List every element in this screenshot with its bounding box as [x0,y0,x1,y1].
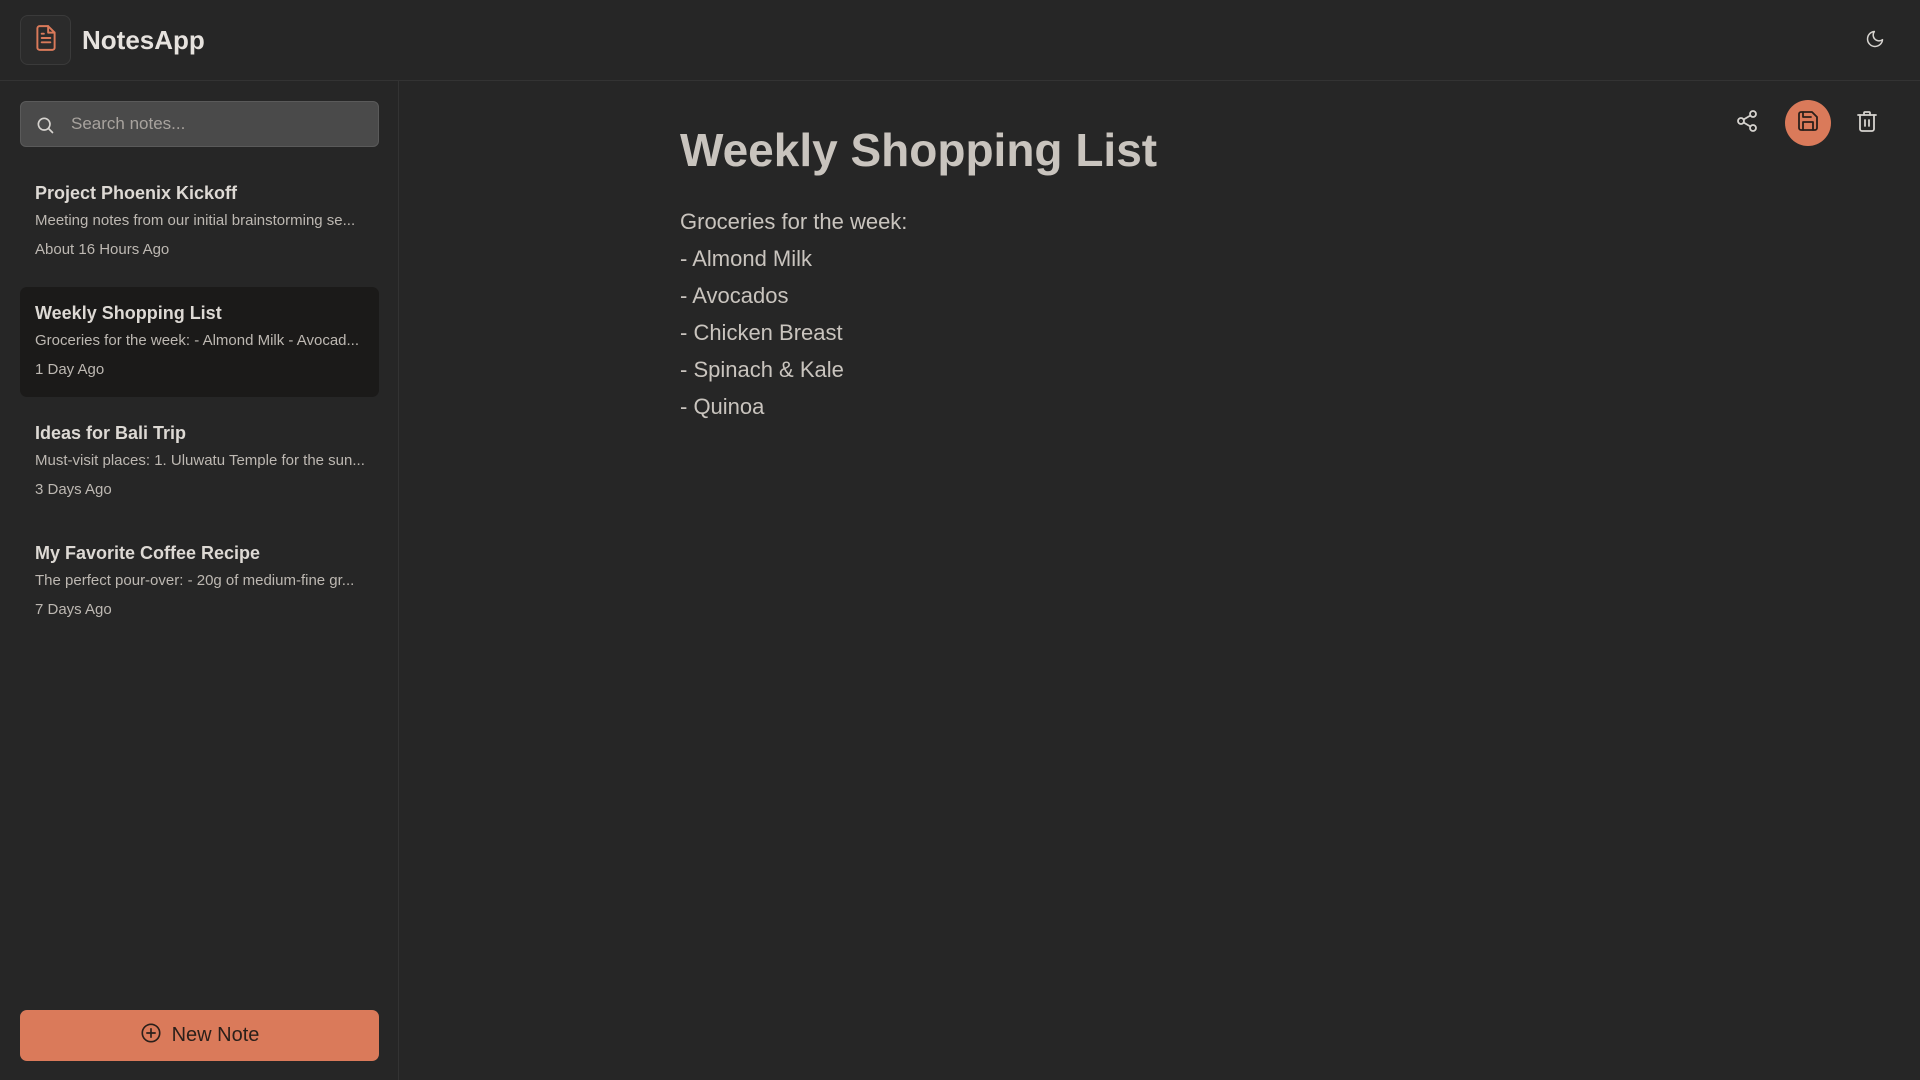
note-title-heading[interactable]: Weekly Shopping List [680,123,1157,177]
delete-button[interactable] [1844,100,1890,146]
note-timestamp: 1 Day Ago [35,361,105,378]
trash-icon [1855,109,1879,138]
note-timestamp: About 16 Hours Ago [35,241,170,258]
note-list-item[interactable]: Project Phoenix Kickoff Meeting notes fr… [20,167,379,277]
note-list: Project Phoenix Kickoff Meeting notes fr… [20,167,379,647]
plus-circle-icon [140,1022,162,1049]
note-preview: Meeting notes from our initial brainstor… [35,212,356,229]
note-body-line: - Avocados [680,283,789,308]
note-preview: The perfect pour-over: - 20g of medium-f… [35,572,355,589]
save-button[interactable] [1785,100,1831,146]
note-body-line: - Spinach & Kale [680,357,844,382]
note-title: Weekly Shopping List [35,303,222,323]
document-icon [33,24,59,57]
note-title: Project Phoenix Kickoff [35,183,238,203]
note-title: Ideas for Bali Trip [35,423,187,443]
note-list-item[interactable]: My Favorite Coffee Recipe The perfect po… [20,527,379,637]
note-list-item[interactable]: Ideas for Bali Trip Must-visit places: 1… [20,407,379,517]
new-note-label: New Note [171,1024,260,1046]
note-body-line: - Quinoa [680,394,765,419]
app-logo [20,15,71,65]
notes-app: NotesApp Project Phoenix Kickoff Meet [0,0,1920,1080]
sidebar: Project Phoenix Kickoff Meeting notes fr… [0,81,399,1080]
save-icon [1796,109,1820,138]
search-icon [35,115,55,135]
share-button[interactable] [1724,100,1770,146]
new-note-button[interactable]: New Note [20,1010,379,1061]
search-input[interactable] [71,102,371,146]
note-editor: Weekly Shopping List Groceries for the w… [400,81,1920,1080]
app-title: NotesApp [82,25,205,55]
note-title: My Favorite Coffee Recipe [35,543,261,563]
note-preview: Groceries for the week: - Almond Milk - … [35,332,360,349]
search-box [20,101,379,147]
note-body-line: Groceries for the week: [680,209,908,234]
moon-icon [1865,29,1885,54]
note-preview: Must-visit places: 1. Uluwatu Temple for… [35,452,365,469]
theme-toggle-button[interactable] [1862,28,1888,54]
note-body-line: - Almond Milk [680,246,813,271]
note-timestamp: 7 Days Ago [35,601,112,618]
note-list-item-active[interactable]: Weekly Shopping List Groceries for the w… [20,287,379,397]
share-icon [1735,109,1759,138]
note-body[interactable]: Groceries for the week: - Almond Milk - … [680,203,1780,425]
note-timestamp: 3 Days Ago [35,481,112,498]
app-header: NotesApp [0,0,1920,81]
note-body-line: - Chicken Breast [680,320,843,345]
